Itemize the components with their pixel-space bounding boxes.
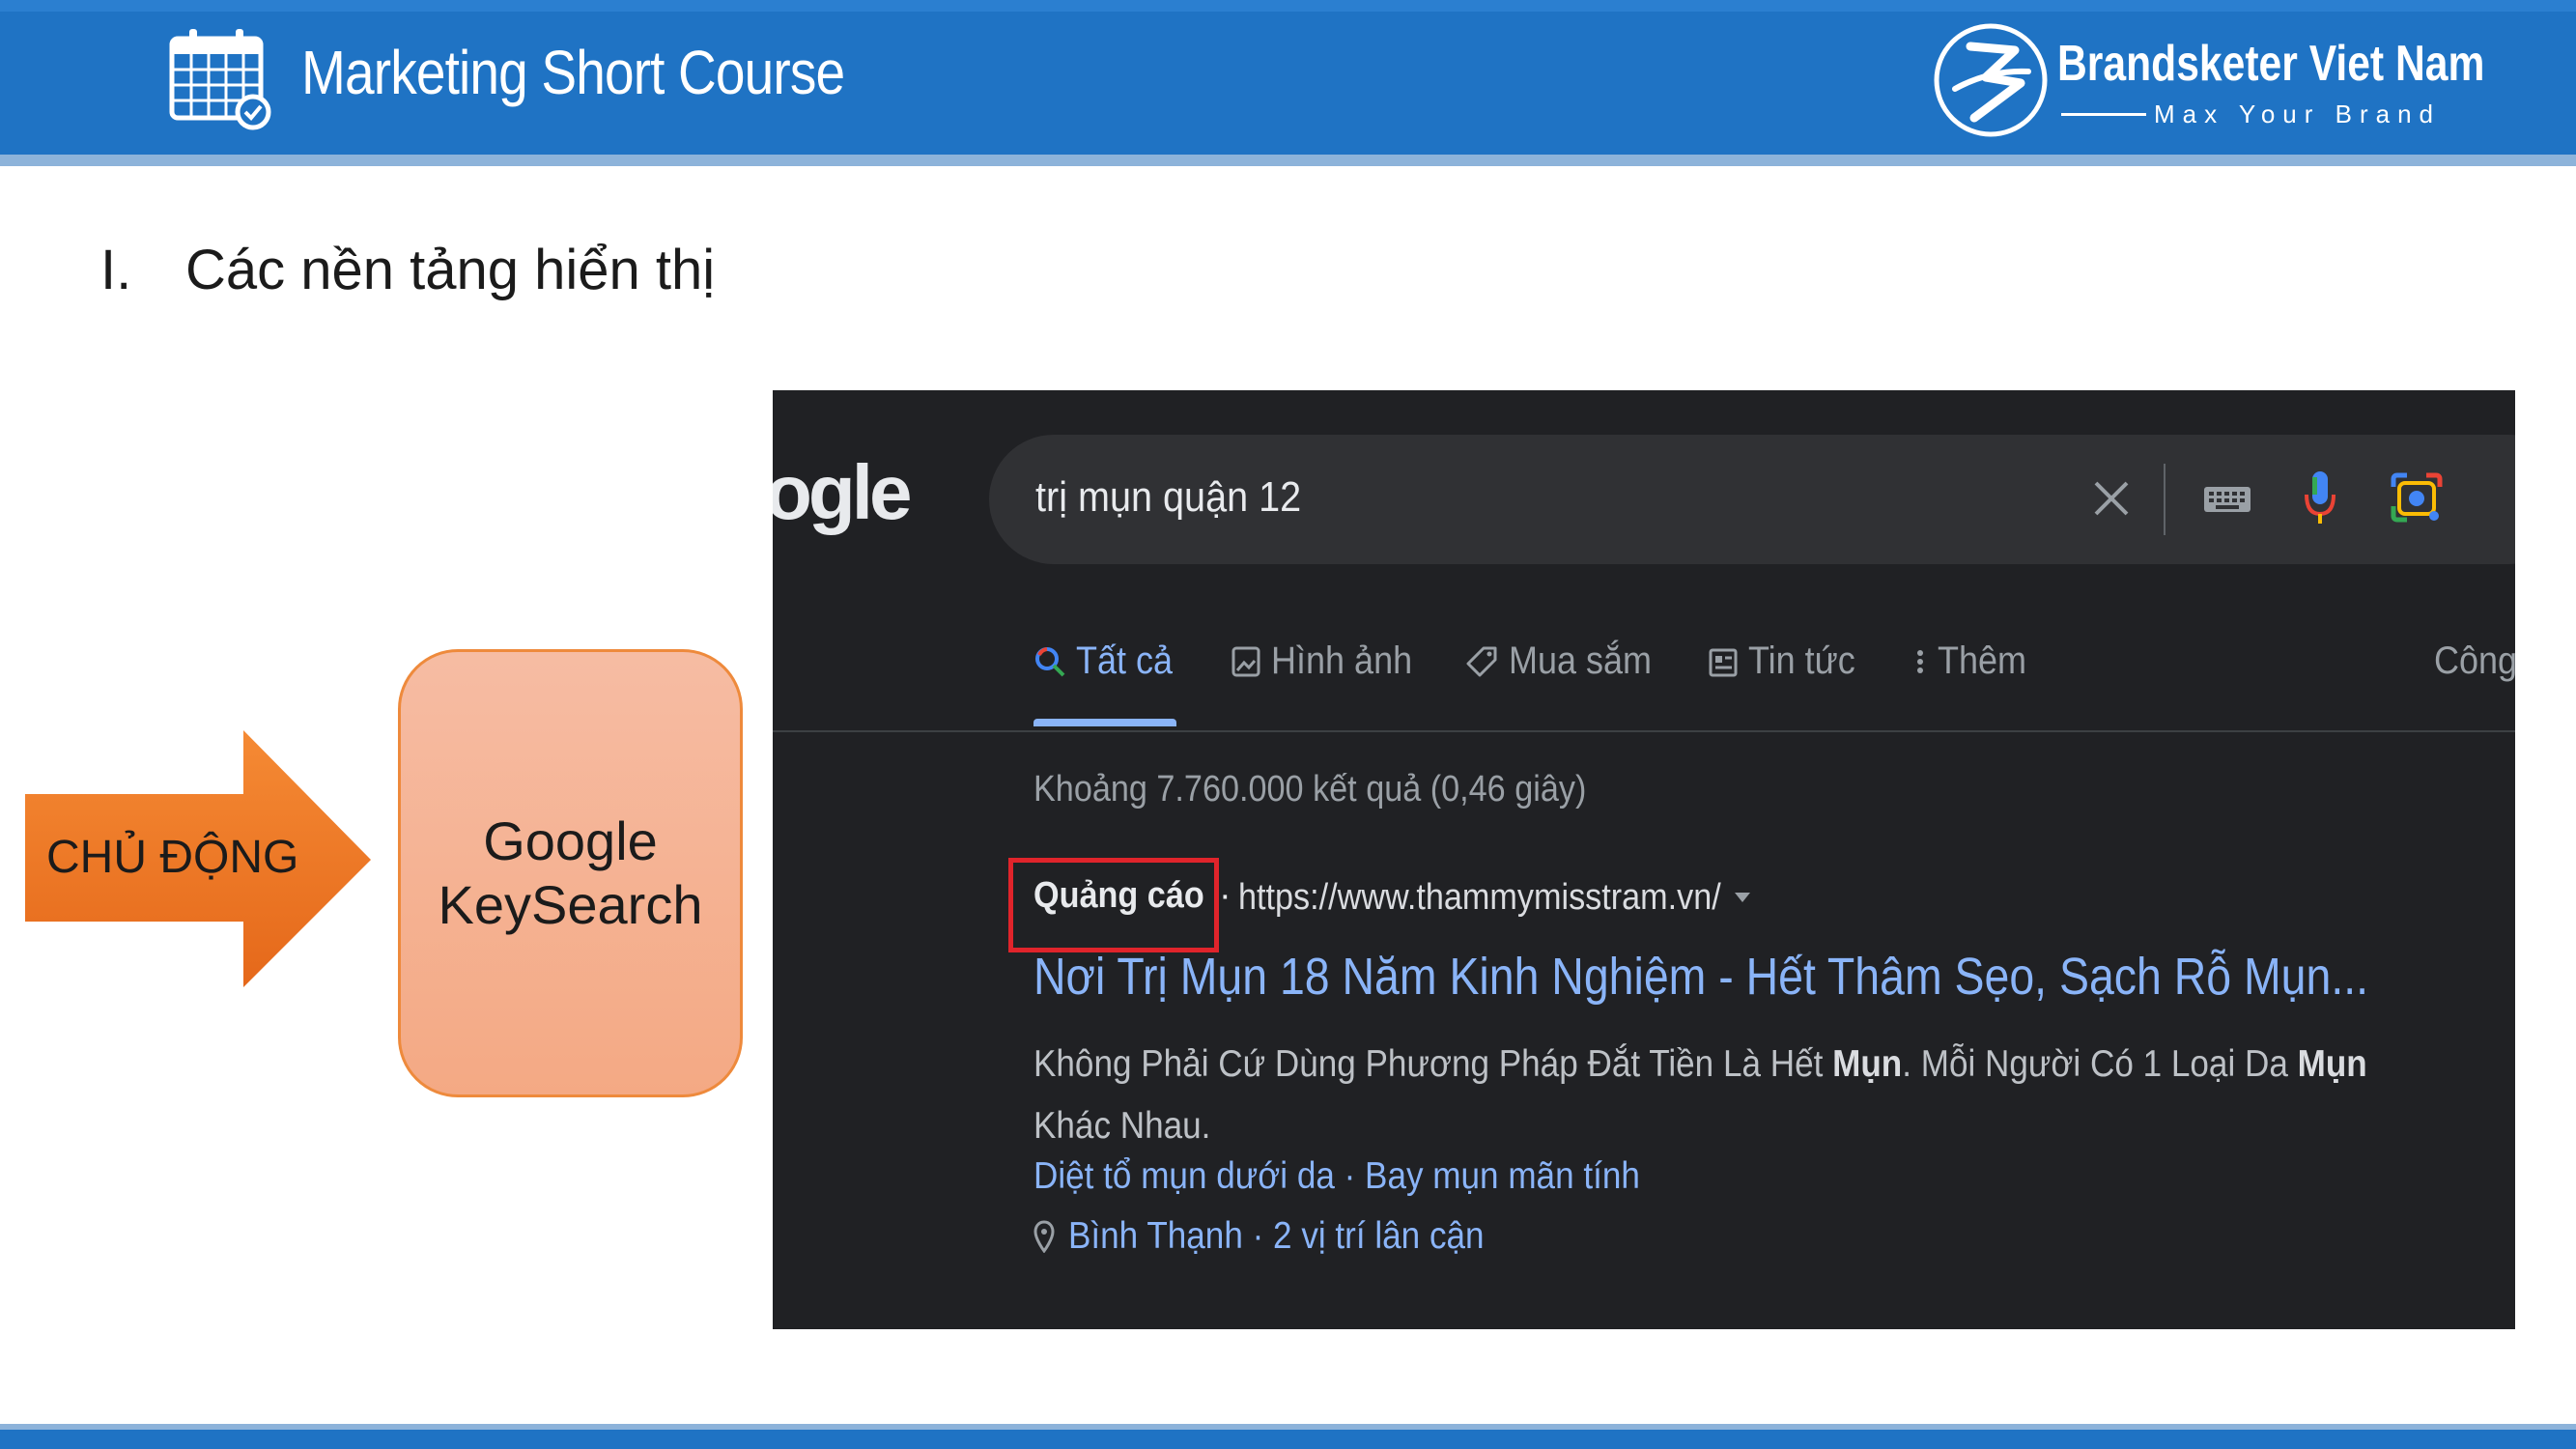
search-tabs: Tất cả Hình ảnh Mua sắm Tin tức Thêm Côn… xyxy=(773,632,2515,701)
microphone-icon[interactable] xyxy=(2301,468,2339,529)
search-bar-divider xyxy=(2164,464,2166,535)
tag-icon xyxy=(1466,646,1497,676)
result-stats: Khoảng 7.760.000 kết quả (0,46 giây) xyxy=(1033,769,1587,810)
tab-news[interactable]: Tin tức xyxy=(1708,639,1867,683)
tagline-rule xyxy=(2061,113,2146,116)
arrow-label: CHỦ ĐỘNG xyxy=(46,832,299,883)
tab-label: Hình ảnh xyxy=(1271,639,1413,682)
keysearch-box: Google KeySearch xyxy=(398,649,743,1097)
desc-text-1: Không Phải Cứ Dùng Phương Pháp Đắt Tiền … xyxy=(1033,1043,1833,1085)
section-number: I. xyxy=(100,239,132,301)
tab-more[interactable]: Thêm xyxy=(1912,639,2036,683)
desc-text-2: . Mỗi Người Có 1 Loại Da xyxy=(1902,1043,2298,1085)
ad-highlight-box xyxy=(1008,858,1219,952)
desc-bold-2: Mụn xyxy=(2297,1043,2367,1085)
tab-tools[interactable]: Công xyxy=(2434,639,2515,683)
tab-label: Tất cả xyxy=(1076,639,1174,682)
sitelinks[interactable]: Diệt tổ mụn dưới da · Bay mụn mãn tính xyxy=(1033,1155,1640,1198)
tab-shopping[interactable]: Mua sắm xyxy=(1466,639,1668,683)
brand-name: Brandsketer Viet Nam xyxy=(2057,36,2485,92)
search-bar[interactable]: trị mụn quận 12 xyxy=(989,435,2515,564)
brand-tagline: Max Your Brand xyxy=(2154,99,2442,128)
footer-accent-line xyxy=(0,1424,2576,1430)
more-vert-icon xyxy=(1917,649,1923,673)
tab-label: Tin tức xyxy=(1748,639,1855,682)
tab-label: Thêm xyxy=(1938,639,2027,682)
search-input[interactable]: trị mụn quận 12 xyxy=(1035,473,1301,522)
tab-label: Công xyxy=(2434,639,2515,682)
course-title: Marketing Short Course xyxy=(301,38,845,107)
google-logo[interactable]: ogle xyxy=(773,448,912,537)
search-icon xyxy=(1035,646,1065,676)
active-tab-indicator xyxy=(1033,719,1176,726)
location-pin-icon xyxy=(1033,1220,1055,1253)
google-results-screenshot: ogle trị mụn quận 12 Tất cả Hình ảnh Mua… xyxy=(773,390,2515,1329)
tabs-divider xyxy=(773,730,2515,732)
chevron-down-icon[interactable] xyxy=(1733,891,1752,904)
section-heading: I. Các nền tảng hiển thị xyxy=(100,238,715,302)
tab-label: Mua sắm xyxy=(1509,639,1653,682)
header-accent-line xyxy=(0,155,2576,166)
desc-text-3: Khác Nhau. xyxy=(1033,1105,1211,1147)
tab-all[interactable]: Tất cả xyxy=(1033,639,1183,683)
header-top-line xyxy=(0,0,2576,12)
location-link[interactable]: Bình Thạnh · 2 vị trí lân cận xyxy=(1033,1215,1530,1258)
news-icon xyxy=(1709,648,1738,676)
brand-logo-icon xyxy=(1934,23,2048,137)
tab-images[interactable]: Hình ảnh xyxy=(1231,639,1428,683)
result-description: Không Phải Cứ Dùng Phương Pháp Đắt Tiền … xyxy=(1033,1034,2390,1157)
keysearch-line-2: KeySearch xyxy=(438,874,703,935)
keysearch-line-1: Google xyxy=(483,810,658,871)
calendar-icon xyxy=(169,29,271,130)
desc-bold-1: Mụn xyxy=(1832,1043,1903,1085)
url-separator: · xyxy=(1219,875,1231,916)
result-title-link[interactable]: Nơi Trị Mụn 18 Năm Kinh Nghiệm - Hết Thâ… xyxy=(1033,947,2368,1007)
keyboard-icon[interactable] xyxy=(2202,477,2252,520)
camera-lens-icon[interactable] xyxy=(2390,469,2444,526)
location-label: Bình Thạnh · 2 vị trí lân cận xyxy=(1068,1215,1485,1257)
clear-icon[interactable] xyxy=(2088,475,2135,522)
image-icon xyxy=(1231,646,1260,676)
section-title: Các nền tảng hiển thị xyxy=(185,239,716,301)
ad-url[interactable]: https://www.thammymisstram.vn/ xyxy=(1238,877,1721,919)
